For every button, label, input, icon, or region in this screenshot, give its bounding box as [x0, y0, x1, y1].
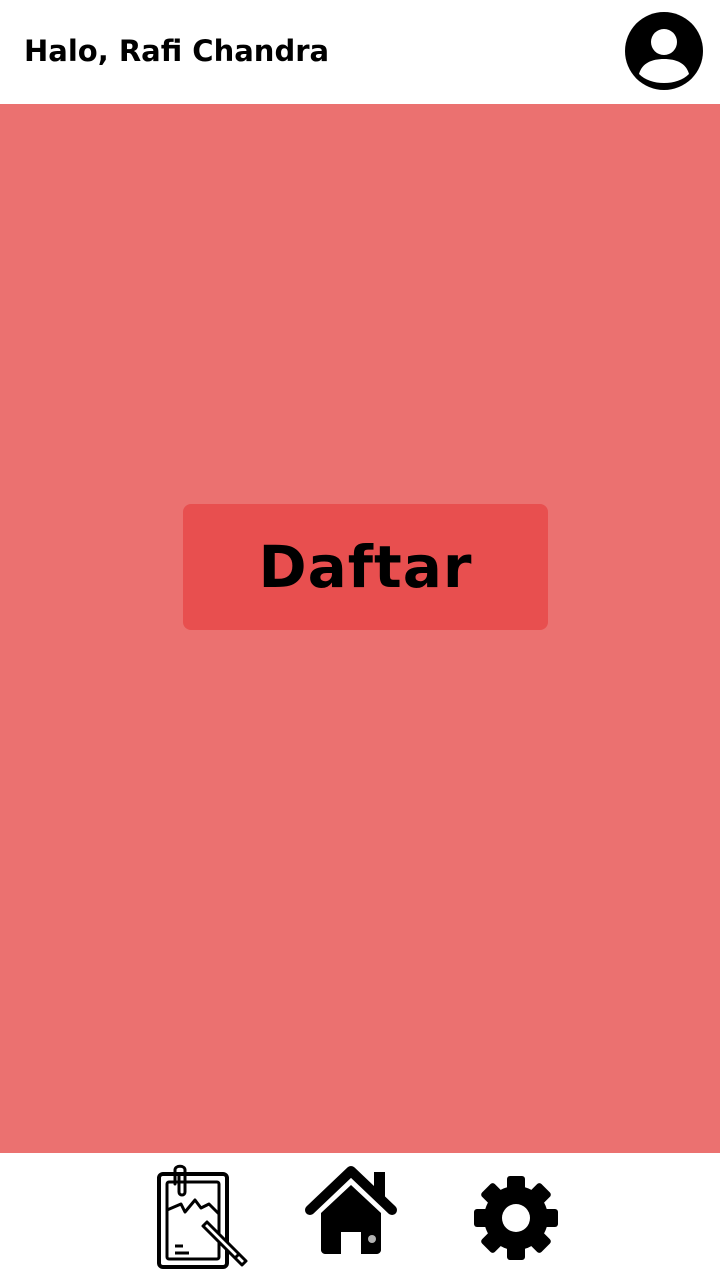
profile-button[interactable]: [625, 12, 703, 90]
bottom-navigation: [0, 1153, 720, 1280]
nav-item-home[interactable]: [304, 1166, 402, 1256]
gear-icon: [474, 1176, 558, 1260]
main-content: Daftar: [0, 104, 720, 1153]
nav-item-form[interactable]: [155, 1164, 253, 1272]
nav-item-settings[interactable]: [473, 1175, 559, 1261]
clipboard-form-icon: [157, 1164, 248, 1269]
register-button[interactable]: Daftar: [183, 504, 548, 630]
app-header: Halo, Rafi Chandra: [0, 0, 720, 104]
greeting-text: Halo, Rafi Chandra: [24, 34, 330, 68]
account-circle-icon: [625, 12, 703, 90]
home-icon: [305, 1166, 397, 1254]
